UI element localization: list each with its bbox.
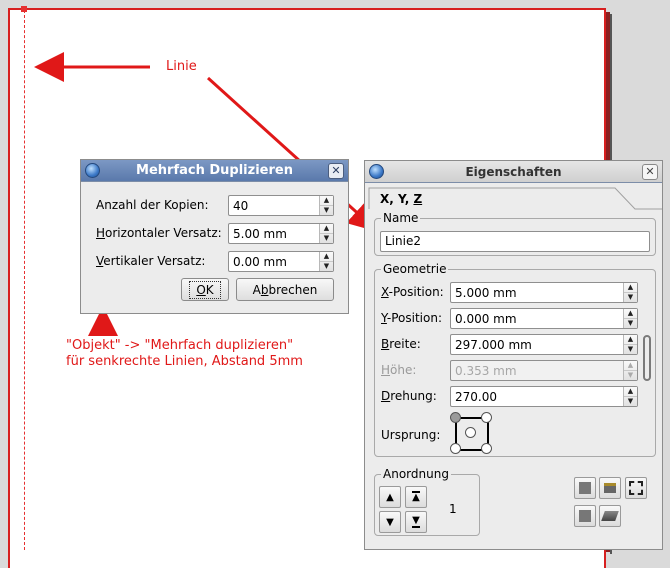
flip-vertical-icon[interactable]: [599, 505, 621, 527]
y-position-value[interactable]: 0.000 mm: [451, 312, 623, 326]
duplicate-dialog-titlebar[interactable]: Mehrfach Duplizieren ✕: [81, 160, 348, 182]
properties-panel: Eigenschaften ✕ X, Y, Z Name Linie2 Geom…: [364, 160, 663, 550]
size-lock-icon[interactable]: [625, 477, 647, 499]
horizontal-offset-stepper[interactable]: 5.00 mm ▲ ▼: [228, 223, 334, 244]
spin-up-icon[interactable]: ▲: [624, 387, 637, 396]
horizontal-offset-value[interactable]: 5.00 mm: [229, 227, 319, 241]
no-print-icon[interactable]: [574, 477, 596, 499]
horizontal-offset-label: Horizontaler Versatz:: [96, 226, 222, 240]
name-field[interactable]: Linie2: [380, 231, 650, 252]
duplicate-dialog-title: Mehrfach Duplizieren: [136, 163, 293, 178]
spin-down-icon[interactable]: ▼: [320, 205, 333, 215]
origin-center[interactable]: [465, 427, 476, 438]
spin-down-icon[interactable]: ▼: [320, 261, 333, 271]
height-value: 0.353 mm: [455, 363, 517, 378]
spin-up-icon[interactable]: ▲: [624, 283, 637, 292]
x-position-label: X-Position:: [381, 285, 444, 299]
raise-icon[interactable]: ▲: [379, 486, 401, 508]
spin-up-icon[interactable]: ▲: [624, 335, 637, 344]
cancel-button[interactable]: Abbrechen: [236, 278, 334, 301]
rotation-stepper[interactable]: 270.00 ▲ ▼: [450, 386, 638, 407]
origin-top-right[interactable]: [481, 412, 492, 423]
ok-button[interactable]: OK: [181, 278, 229, 301]
rotation-label: Drehung:: [381, 389, 437, 403]
arrangement-level: 1: [449, 502, 457, 516]
hint-annotation-line2: für senkrechte Linien, Abstand 5mm: [66, 354, 303, 369]
properties-title: Eigenschaften: [465, 164, 562, 179]
width-value[interactable]: 297.000 mm: [451, 338, 623, 352]
spin-up-icon[interactable]: ▲: [320, 224, 333, 233]
vertical-offset-value[interactable]: 0.00 mm: [229, 255, 319, 269]
lower-to-bottom-icon[interactable]: ▼: [405, 511, 427, 533]
flip-icon[interactable]: [574, 505, 596, 527]
spin-down-icon[interactable]: ▼: [624, 344, 637, 354]
origin-top-left[interactable]: [450, 412, 461, 423]
spin-down-icon[interactable]: ▼: [624, 318, 637, 328]
height-stepper: 0.353 mm ▲ ▼: [450, 360, 638, 381]
origin-bottom-right[interactable]: [481, 443, 492, 454]
origin-selector[interactable]: [450, 412, 492, 454]
copies-value[interactable]: 40: [229, 199, 319, 213]
spin-up-icon: ▲: [627, 361, 634, 369]
scribus-globe-icon: [369, 164, 384, 179]
rotation-value[interactable]: 270.00: [451, 390, 623, 404]
linie-annotation: Linie: [166, 59, 197, 74]
lower-icon[interactable]: ▼: [379, 511, 401, 533]
geometry-group-title: Geometrie: [381, 262, 449, 276]
origin-label: Ursprung:: [381, 428, 441, 442]
scribus-globe-icon: [85, 163, 100, 178]
copies-stepper[interactable]: 40 ▲ ▼: [228, 195, 334, 216]
spin-up-icon[interactable]: ▲: [624, 309, 637, 318]
lock-icon[interactable]: [599, 477, 621, 499]
width-stepper[interactable]: 297.000 mm ▲ ▼: [450, 334, 638, 355]
y-position-stepper[interactable]: 0.000 mm ▲ ▼: [450, 308, 638, 329]
vertical-offset-stepper[interactable]: 0.00 mm ▲ ▼: [228, 251, 334, 272]
y-position-label: Y-Position:: [381, 311, 443, 325]
x-position-value[interactable]: 5.000 mm: [451, 286, 623, 300]
vertical-offset-label: Vertikaler Versatz:: [96, 254, 206, 268]
height-label: Höhe:: [381, 363, 417, 377]
spin-down-icon: ▼: [624, 370, 637, 380]
name-group-title: Name: [381, 211, 421, 225]
hint-annotation-line1: "Objekt" -> "Mehrfach duplizieren": [66, 338, 294, 353]
duplicate-dialog: Mehrfach Duplizieren ✕ Anzahl der Kopien…: [80, 159, 349, 314]
width-label: Breite:: [381, 337, 421, 351]
spin-up-icon[interactable]: ▲: [320, 196, 333, 205]
spin-down-icon[interactable]: ▼: [624, 292, 637, 302]
spin-down-icon[interactable]: ▼: [320, 233, 333, 243]
x-position-stepper[interactable]: 5.000 mm ▲ ▼: [450, 282, 638, 303]
close-icon[interactable]: ✕: [328, 163, 344, 179]
origin-bottom-left[interactable]: [450, 443, 461, 454]
properties-titlebar[interactable]: Eigenschaften ✕: [365, 161, 662, 183]
arrangement-group-title: Anordnung: [381, 467, 451, 481]
spin-down-icon[interactable]: ▼: [624, 396, 637, 406]
copies-label: Anzahl der Kopien:: [96, 198, 209, 212]
chain-link-icon[interactable]: [643, 335, 651, 381]
tab-xyz[interactable]: X, Y, Z: [380, 192, 422, 206]
close-icon[interactable]: ✕: [642, 164, 658, 180]
raise-to-top-icon[interactable]: ▲: [405, 486, 427, 508]
spin-up-icon[interactable]: ▲: [320, 252, 333, 261]
